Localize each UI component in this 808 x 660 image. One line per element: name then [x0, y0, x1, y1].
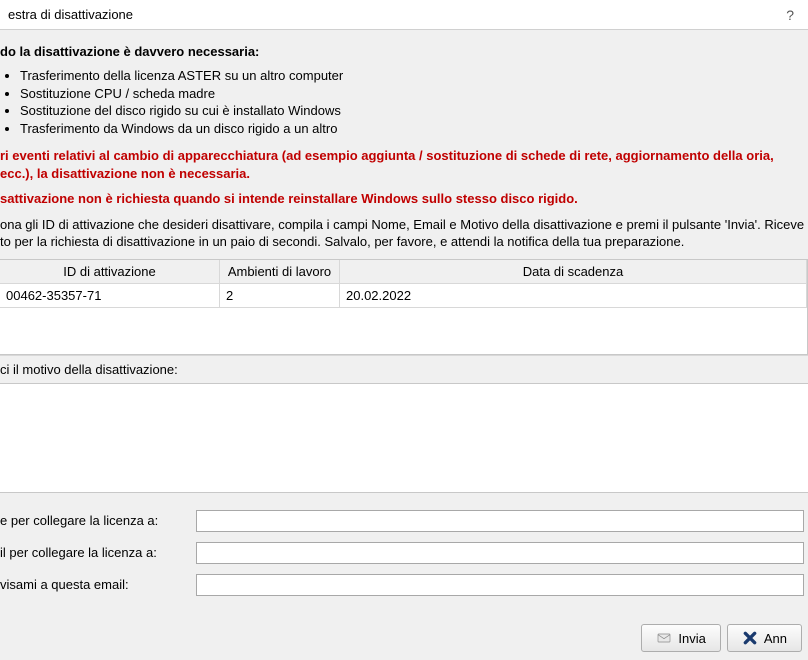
warning-text-1: ri eventi relativi al cambio di apparecc…: [0, 147, 808, 190]
cell-activation-id: 00462-35357-71: [0, 284, 220, 307]
notice-email-label: visami a questa email:: [0, 577, 188, 592]
instructions-text: ona gli ID di attivazione che desideri d…: [0, 216, 808, 259]
list-item: Sostituzione CPU / scheda madre: [20, 85, 808, 103]
dialog-content: do la disattivazione è davvero necessari…: [0, 30, 808, 660]
table-empty-space: [0, 308, 807, 354]
list-item: Sostituzione del disco rigido su cui è i…: [20, 102, 808, 120]
cell-workplaces: 2: [220, 284, 340, 307]
list-item: Trasferimento della licenza ASTER su un …: [20, 67, 808, 85]
button-bar: Invia Ann: [641, 624, 802, 652]
envelope-icon: [656, 630, 672, 646]
name-input[interactable]: [196, 510, 804, 532]
reason-textarea[interactable]: [0, 383, 808, 493]
col-activation-id[interactable]: ID di attivazione: [0, 260, 220, 283]
send-button[interactable]: Invia: [641, 624, 720, 652]
heading-when-needed: do la disattivazione è davvero necessari…: [0, 40, 808, 65]
notice-email-input[interactable]: [196, 574, 804, 596]
window-title: estra di disattivazione: [8, 7, 133, 22]
col-expiry[interactable]: Data di scadenza: [340, 260, 807, 283]
table-row[interactable]: 00462-35357-71 2 20.02.2022: [0, 284, 807, 308]
help-button[interactable]: ?: [780, 7, 800, 23]
cell-expiry: 20.02.2022: [340, 284, 807, 307]
col-workplaces[interactable]: Ambienti di lavoro: [220, 260, 340, 283]
email-label: il per collegare la licenza a:: [0, 545, 188, 560]
close-icon: [742, 630, 758, 646]
cancel-button[interactable]: Ann: [727, 624, 802, 652]
reasons-list: Trasferimento della licenza ASTER su un …: [0, 65, 808, 147]
form-fields: e per collegare la licenza a: il per col…: [0, 496, 808, 596]
name-label: e per collegare la licenza a:: [0, 513, 188, 528]
activation-table: ID di attivazione Ambienti di lavoro Dat…: [0, 259, 808, 355]
table-header-row: ID di attivazione Ambienti di lavoro Dat…: [0, 260, 807, 284]
titlebar: estra di disattivazione ?: [0, 0, 808, 30]
reason-label: ci il motivo della disattivazione:: [0, 355, 808, 383]
email-input[interactable]: [196, 542, 804, 564]
send-button-label: Invia: [678, 631, 705, 646]
list-item: Trasferimento da Windows da un disco rig…: [20, 120, 808, 138]
cancel-button-label: Ann: [764, 631, 787, 646]
warning-text-2: sattivazione non è richiesta quando si i…: [0, 190, 808, 216]
